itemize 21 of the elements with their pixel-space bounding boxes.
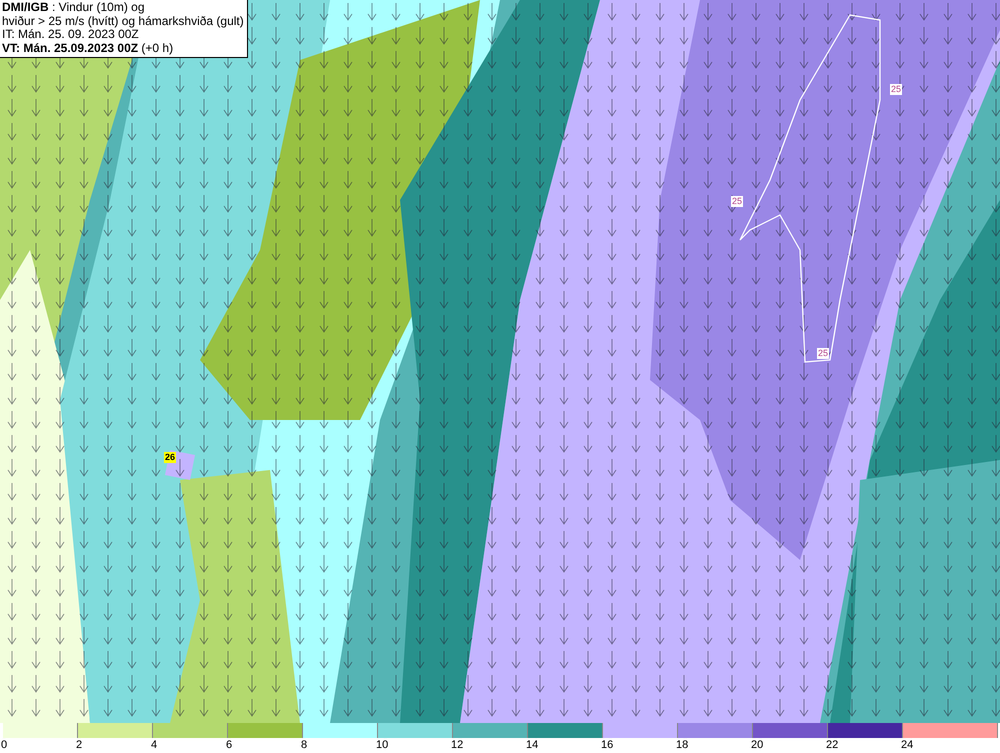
max-gust-label: 26	[164, 452, 176, 463]
gust-contour-label: 25	[890, 84, 902, 95]
legend-tick-label: 6	[226, 739, 232, 751]
gust-contour-label: 25	[817, 348, 830, 359]
legend-tick-label: 8	[301, 739, 308, 751]
legend-tick-label: 0	[1, 739, 8, 751]
legend-tick-label: 22	[826, 739, 838, 751]
info-line: IT: Mán. 25. 09. 2023 00Z	[2, 28, 140, 42]
info-line: VT: Mán. 25.09.2023 00Z (+0 h)	[2, 42, 174, 55]
info-line: DMI/IGB : Vindur (10m) og	[2, 1, 146, 14]
legend-tick-label: 4	[151, 739, 158, 751]
gust-contour-label: 25	[731, 196, 744, 207]
legend-tick-label: 10	[376, 739, 388, 751]
legend-tick-label: 16	[601, 739, 614, 751]
legend-tick-label: 20	[751, 739, 764, 751]
legend-tick-label: 18	[676, 739, 688, 751]
legend-tick-label: 12	[451, 739, 464, 751]
legend-tick-label: 14	[526, 739, 538, 751]
legend-tick-label: 24	[901, 739, 914, 751]
legend-tick-label: 2	[76, 739, 82, 751]
info-line: hviður > 25 m/s (hvítt) og hámarkshviða (gult)	[2, 14, 244, 28]
